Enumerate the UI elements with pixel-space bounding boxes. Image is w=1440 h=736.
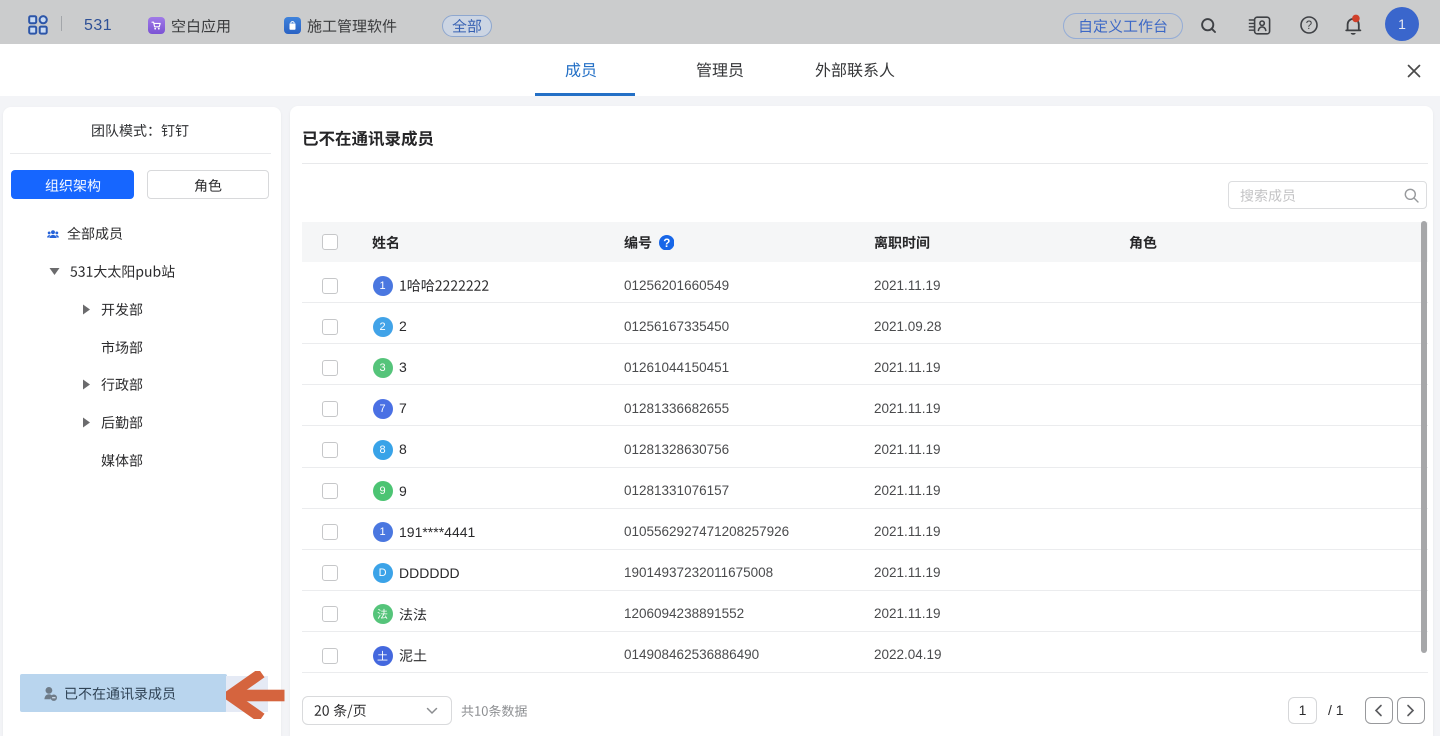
svg-text:?: ?	[1306, 20, 1312, 32]
svg-text:?: ?	[663, 236, 670, 249]
